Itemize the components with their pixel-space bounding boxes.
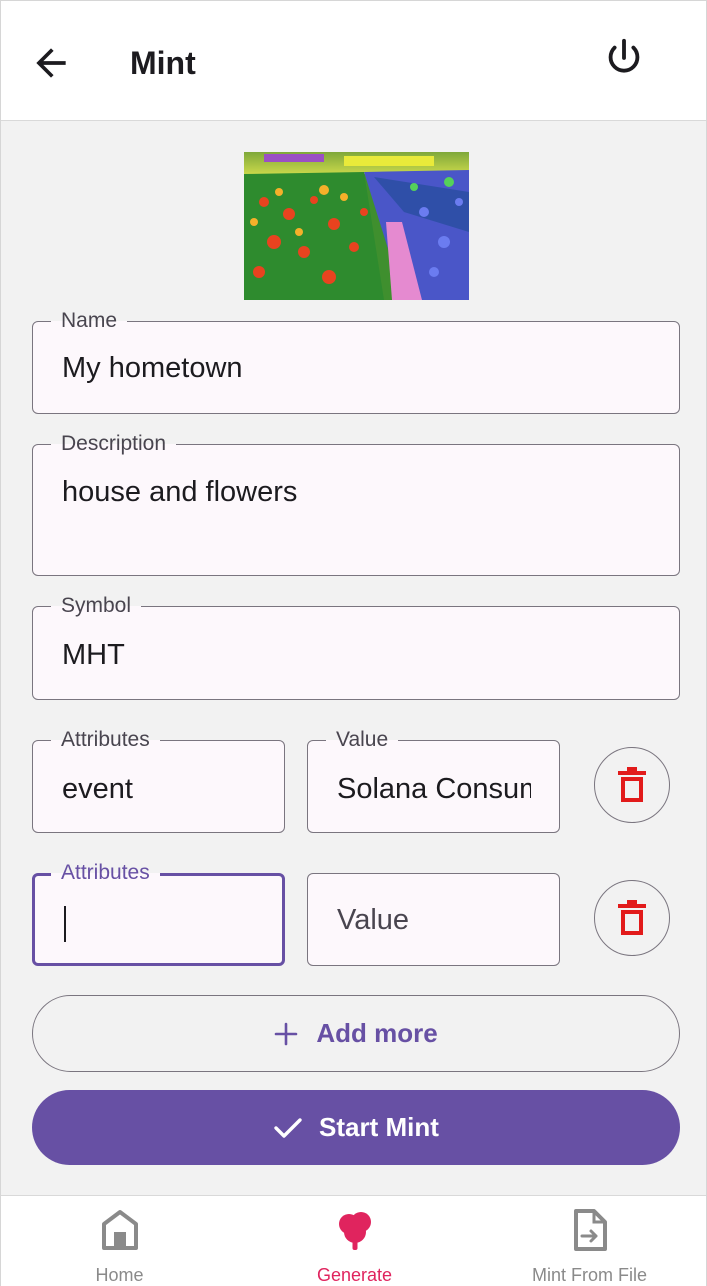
back-button[interactable] <box>29 41 73 85</box>
name-field[interactable]: Name My hometown <box>32 308 680 414</box>
add-more-button[interactable]: Add more <box>32 995 680 1072</box>
attribute-value-label: Value <box>326 727 399 753</box>
symbol-value: MHT <box>62 639 125 671</box>
description-value: house and flowers <box>62 476 298 508</box>
bottom-nav: Home Generate Mint From File <box>1 1195 706 1286</box>
text-cursor <box>64 906 66 942</box>
nav-label-home: Home <box>95 1265 144 1285</box>
add-more-label: Add more <box>316 1018 438 1048</box>
attribute-key-field[interactable]: Attributes event <box>32 727 285 833</box>
nav-label-mint-from-file: Mint From File <box>531 1265 647 1285</box>
tree-icon <box>338 1212 371 1250</box>
arrow-left-icon <box>36 48 66 78</box>
description-label: Description <box>51 431 177 457</box>
attribute-key-label: Attributes <box>51 860 160 886</box>
attribute-key-value: event <box>62 773 133 805</box>
delete-attribute-button[interactable] <box>594 880 670 956</box>
attribute-key-field-focused[interactable]: Attributes <box>32 860 285 966</box>
attribute-value-value: Solana Consum <box>337 773 531 805</box>
generated-image <box>244 152 469 300</box>
trash-icon <box>618 767 646 802</box>
symbol-field[interactable]: Symbol MHT <box>32 593 680 700</box>
attribute-value-field[interactable]: Value <box>307 873 560 966</box>
power-button[interactable] <box>601 35 647 81</box>
app-bar: Mint <box>1 1 706 121</box>
symbol-label: Symbol <box>51 593 142 619</box>
attribute-key-label: Attributes <box>51 727 160 753</box>
nav-label-generate: Generate <box>316 1265 393 1285</box>
nav-item-home[interactable]: Home <box>2 1196 237 1286</box>
start-mint-button[interactable]: Start Mint <box>32 1090 680 1165</box>
name-label: Name <box>51 308 128 334</box>
page-title: Mint <box>130 45 196 81</box>
name-value: My hometown <box>62 352 243 384</box>
home-icon <box>101 1210 138 1250</box>
plus-icon <box>275 1022 298 1045</box>
attribute-value-field[interactable]: Value Solana Consum <box>307 727 560 833</box>
power-icon <box>608 38 640 73</box>
trash-icon <box>618 900 646 935</box>
file-export-icon <box>573 1209 607 1251</box>
nav-item-mint-from-file[interactable]: Mint From File <box>472 1196 707 1286</box>
check-icon <box>274 1117 302 1138</box>
attribute-value-placeholder: Value <box>337 904 410 936</box>
description-field[interactable]: Description house and flowers <box>32 431 680 576</box>
start-mint-label: Start Mint <box>319 1112 439 1142</box>
delete-attribute-button[interactable] <box>594 747 670 823</box>
nav-item-generate[interactable]: Generate <box>237 1196 472 1286</box>
